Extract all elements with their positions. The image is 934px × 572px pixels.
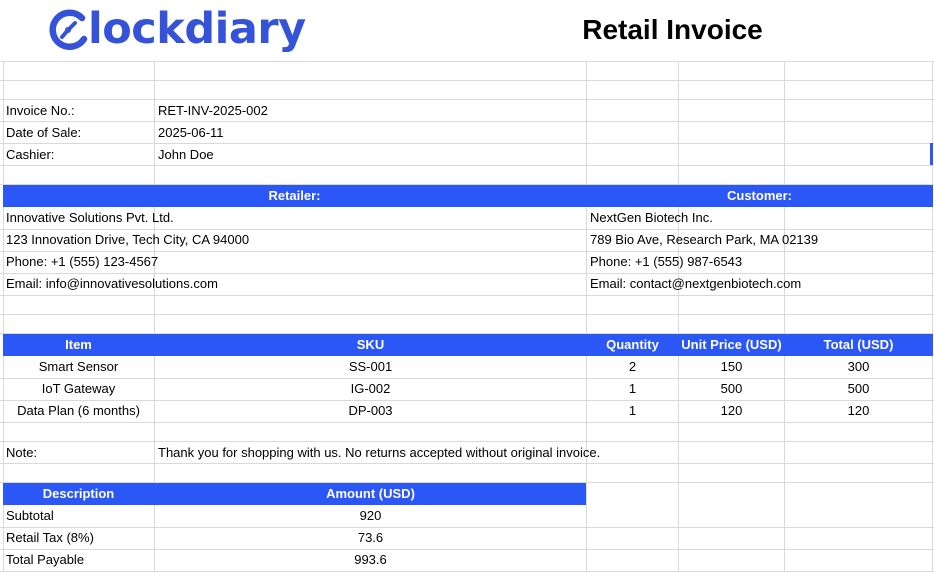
cashier-value: John Doe xyxy=(158,147,214,162)
tax-value: 73.6 xyxy=(357,530,384,545)
customer-email: Email: contact@nextgenbiotech.com xyxy=(590,276,802,291)
column-header-quantity: Quantity xyxy=(606,337,659,352)
item-total: 500 xyxy=(847,381,870,396)
gridline xyxy=(784,61,785,572)
item-sku: IG-002 xyxy=(350,381,391,396)
brand-name: lockdiary xyxy=(88,4,306,54)
gridline xyxy=(0,80,934,81)
invoice-sheet: lockdiary Retail Invoice Invoice No.: RE… xyxy=(0,0,934,572)
item-quantity: 1 xyxy=(628,381,637,396)
summary-header-description: Description xyxy=(42,486,115,501)
column-header-sku: SKU xyxy=(356,337,385,352)
gridline xyxy=(0,165,934,166)
tax-label: Retail Tax (8%) xyxy=(6,530,94,545)
item-unit-price: 150 xyxy=(720,359,743,374)
page-title: Retail Invoice xyxy=(582,14,763,45)
column-header-unit-price: Unit Price (USD) xyxy=(681,337,782,352)
retailer-email: Email: info@innovativesolutions.com xyxy=(6,276,218,291)
item-total: 120 xyxy=(847,403,870,418)
cashier-label: Cashier: xyxy=(6,147,55,162)
gridline xyxy=(0,61,934,62)
customer-address: 789 Bio Ave, Research Park, MA 02139 xyxy=(590,232,819,247)
clock-icon xyxy=(49,9,88,50)
gridline xyxy=(0,295,934,296)
customer-phone: Phone: +1 (555) 987-6543 xyxy=(590,254,743,269)
item-sku: SS-001 xyxy=(348,359,393,374)
gridline xyxy=(932,61,933,572)
invoice-number-label: Invoice No.: xyxy=(6,103,75,118)
subtotal-value: 920 xyxy=(359,508,382,523)
gridline xyxy=(0,121,934,122)
note-label: Note: xyxy=(6,445,38,460)
gridline xyxy=(0,314,934,315)
item-name: IoT Gateway xyxy=(41,381,116,396)
summary-header-amount: Amount (USD) xyxy=(326,486,415,501)
gridline xyxy=(586,61,587,572)
gridline xyxy=(0,143,934,144)
item-quantity: 1 xyxy=(628,403,637,418)
column-header-total: Total (USD) xyxy=(823,337,894,352)
gridline xyxy=(0,99,934,100)
retailer-address: 123 Innovation Drive, Tech City, CA 9400… xyxy=(6,232,250,247)
invoice-number-value: RET-INV-2025-002 xyxy=(158,103,268,118)
note-text: Thank you for shopping with us. No retur… xyxy=(158,445,601,460)
customer-header: Customer: xyxy=(726,188,792,203)
item-quantity: 2 xyxy=(628,359,637,374)
customer-name: NextGen Biotech Inc. xyxy=(590,210,713,225)
item-unit-price: 120 xyxy=(720,403,743,418)
selection-edge xyxy=(930,143,933,165)
gridline xyxy=(678,61,679,572)
item-unit-price: 500 xyxy=(720,381,743,396)
item-total: 300 xyxy=(847,359,870,374)
retailer-header: Retailer: xyxy=(268,188,321,203)
item-sku: DP-003 xyxy=(348,403,393,418)
retailer-phone: Phone: +1 (555) 123-4567 xyxy=(6,254,159,269)
item-name: Data Plan (6 months) xyxy=(17,403,140,418)
date-value: 2025-06-11 xyxy=(158,125,224,140)
total-payable-value: 993.6 xyxy=(354,552,387,567)
date-label: Date of Sale: xyxy=(6,125,82,140)
column-header-item: Item xyxy=(65,337,92,352)
item-name: Smart Sensor xyxy=(38,359,119,374)
total-payable-label: Total Payable xyxy=(6,552,85,567)
retailer-name: Innovative Solutions Pvt. Ltd. xyxy=(6,210,174,225)
gridline xyxy=(0,422,934,423)
subtotal-label: Subtotal xyxy=(6,508,54,523)
